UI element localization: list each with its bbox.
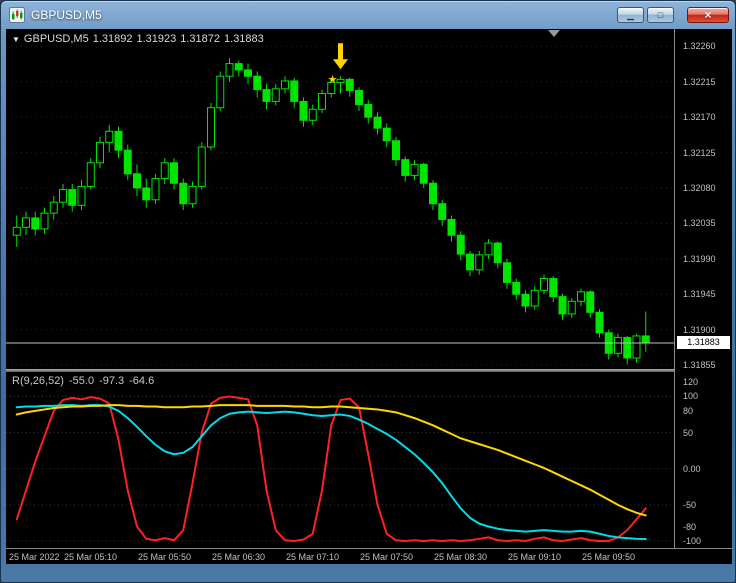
indicator-pane[interactable]: R(9,26,52) -55.0 -97.3 -64.6 xyxy=(6,372,674,548)
price-axis-label: 1.31900 xyxy=(683,324,716,335)
indicator-axis-label: 50 xyxy=(683,427,694,438)
time-axis-label: 25 Mar 05:50 xyxy=(138,552,192,562)
indicator-axis-label: 100 xyxy=(683,391,699,402)
ohlc-low-value: 1.31872 xyxy=(180,33,221,45)
price-axis[interactable]: 1.32260 1.32215 1.32170 1.32125 1.32080 1.320… xyxy=(674,29,732,548)
price-axis-label: 1.32035 xyxy=(683,218,716,229)
window-titlebar[interactable]: GBPUSD,M5 ▁ □ × xyxy=(1,1,735,29)
time-axis-label: 25 Mar 07:50 xyxy=(360,552,414,562)
window-controls: ▁ □ × xyxy=(617,7,729,23)
star-marker-icon: ★ xyxy=(328,73,338,86)
price-axis-label: 1.31855 xyxy=(683,360,716,371)
oscillator-canvas[interactable] xyxy=(6,372,674,548)
time-axis-label: 25 Mar 05:10 xyxy=(64,552,118,562)
time-axis-label: 25 Mar 06:30 xyxy=(212,552,266,562)
window-title: GBPUSD,M5 xyxy=(31,8,102,22)
time-axis-label: 25 Mar 07:10 xyxy=(286,552,340,562)
window-icon xyxy=(9,7,25,23)
price-axis-label: 1.31945 xyxy=(683,289,716,300)
price-chart-pane[interactable]: ★ ▼ GBPUSD,M5 1.31892 1.31923 1.31872 1.31883 xyxy=(6,29,674,369)
time-axis[interactable]: 25 Mar 2022 25 Mar 05:10 25 Mar 05:50 25 Ma… xyxy=(6,548,732,564)
price-axis-label: 1.32170 xyxy=(683,112,716,123)
time-axis-label: 25 Mar 2022 xyxy=(9,552,60,562)
ohlc-high-value: 1.31923 xyxy=(136,33,177,45)
maximize-button[interactable]: □ xyxy=(647,7,674,23)
chart-client-area: ★ ▼ GBPUSD,M5 1.31892 1.31923 1.31872 1.31883… xyxy=(6,29,732,564)
price-axis-label: 1.32080 xyxy=(683,182,716,193)
indicator-axis-label: -100 xyxy=(683,535,702,546)
ohlc-open-value: 1.31892 xyxy=(92,33,133,45)
chart-symbol-label: GBPUSD,M5 xyxy=(23,33,89,45)
time-axis-label: 25 Mar 09:10 xyxy=(508,552,562,562)
indicator-axis-label: -80 xyxy=(683,521,697,532)
price-axis-label: 1.32260 xyxy=(683,41,716,52)
minimize-button[interactable]: ▁ xyxy=(617,7,644,23)
indicator-axis-label: -50 xyxy=(683,499,697,510)
indicator-value-r52: -64.6 xyxy=(129,375,155,387)
indicator-header: R(9,26,52) -55.0 -97.3 -64.6 xyxy=(12,375,159,387)
chart-shift-marker-icon xyxy=(548,30,560,37)
price-axis-label: 1.31990 xyxy=(683,253,716,264)
time-axis-label: 25 Mar 08:30 xyxy=(434,552,488,562)
candlestick-canvas[interactable]: ★ xyxy=(6,29,674,369)
collapse-arrow-icon[interactable]: ▼ xyxy=(12,35,20,44)
chart-ohlc-header: ▼ GBPUSD,M5 1.31892 1.31923 1.31872 1.31883 xyxy=(12,33,268,45)
indicator-axis-label: 120 xyxy=(683,376,699,387)
indicator-value-r26: -97.3 xyxy=(99,375,125,387)
indicator-axis-label: 0.00 xyxy=(683,463,701,474)
indicator-axis-label: 80 xyxy=(683,405,694,416)
price-axis-label: 1.32215 xyxy=(683,76,716,87)
indicator-name-label: R(9,26,52) xyxy=(12,375,64,387)
chart-window: GBPUSD,M5 ▁ □ × ★ ▼ GBPUSD,M5 1.31892 1.319… xyxy=(0,0,736,583)
time-axis-label: 25 Mar 09:50 xyxy=(582,552,636,562)
price-axis-label: 1.32125 xyxy=(683,147,716,158)
ohlc-close-value: 1.31883 xyxy=(224,33,264,45)
close-button[interactable]: × xyxy=(687,7,729,23)
indicator-value-r9: -55.0 xyxy=(68,375,95,387)
current-price-tag: 1.31883 xyxy=(677,336,730,350)
